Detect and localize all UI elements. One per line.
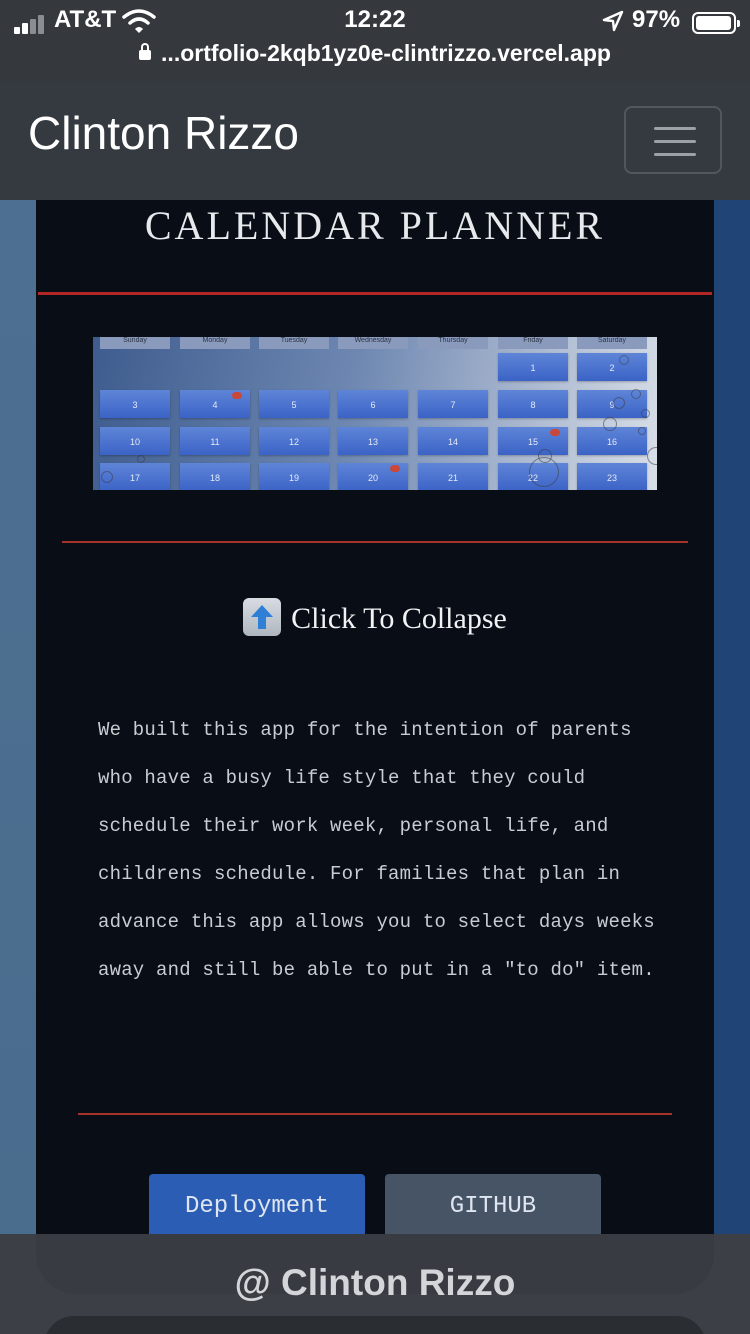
calendar-date-cell: 16 — [577, 427, 647, 455]
calendar-date-number: 12 — [288, 437, 299, 447]
bubble-decoration — [613, 397, 625, 409]
navbar-toggle-button[interactable] — [624, 106, 722, 174]
calendar-date-number: 6 — [370, 400, 376, 410]
battery-icon — [692, 12, 740, 34]
bubble-decoration — [603, 417, 617, 431]
calendar-date-number: 5 — [291, 400, 297, 410]
calendar-date-cell: 14 — [418, 427, 488, 455]
calendar-date-cell: 20 — [338, 463, 408, 490]
calendar-date-number: 18 — [209, 473, 220, 483]
calendar-screenshot[interactable]: Sunday Monday Tuesday Wednesday Thursday Frid… — [93, 337, 657, 490]
calendar-date-cell: 1 — [498, 353, 568, 381]
calendar-date-cell: 18 — [180, 463, 250, 490]
page-background-left — [0, 200, 36, 1234]
calendar-date-number: 23 — [606, 473, 617, 483]
navbar: Clinton Rizzo — [0, 82, 750, 200]
calendar-date-number: 15 — [527, 437, 538, 447]
calendar-date-number: 13 — [367, 437, 378, 447]
calendar-day-header: Tuesday — [259, 337, 329, 349]
bubble-decoration — [529, 457, 559, 487]
collapse-toggle[interactable]: Click To Collapse — [36, 598, 714, 636]
calendar-date-number: 1 — [530, 363, 536, 373]
up-arrow-icon — [243, 598, 282, 636]
calendar-date-cell: 12 — [259, 427, 329, 455]
project-description: We built this app for the intention of p… — [98, 719, 655, 981]
calendar-date-cell: 3 — [100, 390, 170, 418]
calendar-date-cell: 5 — [259, 390, 329, 418]
calendar-date-cell: 8 — [498, 390, 568, 418]
page-background-right — [714, 200, 750, 1234]
calendar-date-number: 19 — [288, 473, 299, 483]
brand-link[interactable]: Clinton Rizzo — [28, 106, 299, 160]
calendar-day-header: Friday — [498, 337, 568, 349]
bubble-decoration — [101, 471, 113, 483]
description-divider — [78, 1113, 672, 1115]
location-arrow-icon — [602, 10, 624, 32]
calendar-date-cell: 19 — [259, 463, 329, 490]
hamburger-icon-line — [654, 140, 696, 143]
lock-icon — [139, 43, 152, 60]
calendar-date-cell: 6 — [338, 390, 408, 418]
calendar-date-number: 2 — [609, 363, 615, 373]
footer-text: @ Clinton Rizzo — [234, 1262, 516, 1303]
status-bar: AT&T 12:22 97% ...ortfolio-2kqb1yz0e-cli… — [0, 0, 750, 82]
calendar-date-number: 20 — [367, 473, 378, 483]
calendar-date-cell: 23 — [577, 463, 647, 490]
calendar-day-header: Monday — [180, 337, 250, 349]
event-indicator — [390, 465, 400, 472]
calendar-date-number: 3 — [132, 400, 138, 410]
github-button[interactable]: GITHUB — [385, 1174, 601, 1242]
deployment-button[interactable]: Deployment — [149, 1174, 365, 1242]
hamburger-icon — [654, 127, 696, 130]
image-divider — [62, 541, 688, 543]
calendar-date-number: 11 — [210, 437, 220, 447]
calendar-date-cell: 11 — [180, 427, 250, 455]
calendar-date-number: 7 — [450, 400, 456, 410]
calendar-date-cell: 10 — [100, 427, 170, 455]
calendar-date-number: 16 — [606, 437, 617, 447]
bubble-decoration — [631, 389, 641, 399]
calendar-date-number: 4 — [212, 400, 218, 410]
calendar-date-cell: 4 — [180, 390, 250, 418]
project-card: CALENDAR PLANNER Sunday Monday Tuesday Wedn… — [36, 200, 714, 1334]
event-indicator — [232, 392, 242, 399]
footer-bottom-bar — [44, 1316, 706, 1334]
hamburger-icon-line — [654, 153, 696, 156]
calendar-date-cell: 13 — [338, 427, 408, 455]
event-indicator — [550, 429, 560, 436]
calendar-day-header: Wednesday — [338, 337, 408, 349]
bubble-decoration — [641, 409, 650, 418]
calendar-date-cell: 21 — [418, 463, 488, 490]
calendar-date-number: 17 — [129, 473, 140, 483]
calendar-date-cell: 7 — [418, 390, 488, 418]
title-divider — [38, 292, 712, 295]
bubble-decoration — [137, 455, 145, 463]
battery-percentage: 97% — [632, 6, 681, 33]
calendar-day-header: Thursday — [418, 337, 488, 349]
project-title: CALENDAR PLANNER — [144, 203, 606, 248]
calendar-day-header: Sunday — [100, 337, 170, 349]
calendar-date-number: 14 — [447, 437, 458, 447]
calendar-day-header: Saturday — [577, 337, 647, 349]
bubble-decoration — [638, 427, 646, 435]
calendar-date-cell: 15 — [498, 427, 568, 455]
calendar-date-number: 10 — [129, 437, 140, 447]
bubble-decoration — [619, 355, 629, 365]
url-text: ...ortfolio-2kqb1yz0e-clintrizzo.vercel.… — [161, 40, 611, 66]
calendar-date-number: 21 — [447, 473, 458, 483]
address-bar[interactable]: ...ortfolio-2kqb1yz0e-clintrizzo.vercel.… — [0, 40, 750, 67]
calendar-date-number: 8 — [530, 400, 536, 410]
calendar-date-cell: 2 — [577, 353, 647, 381]
bubble-decoration — [647, 447, 657, 465]
collapse-label: Click To Collapse — [291, 602, 507, 635]
